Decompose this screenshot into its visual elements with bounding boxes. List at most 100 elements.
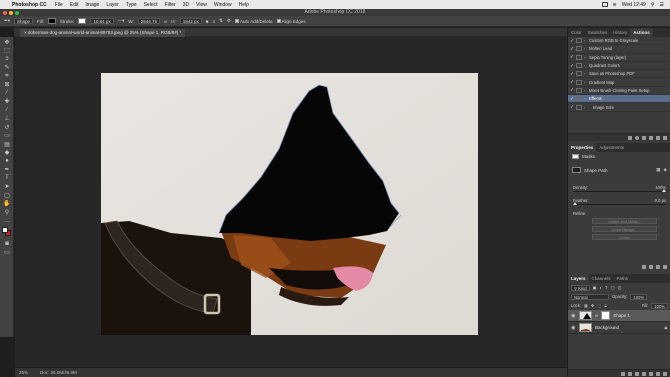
new-group-icon[interactable] xyxy=(649,371,653,376)
fill-swatch[interactable] xyxy=(48,18,57,24)
check-icon[interactable]: ✓ xyxy=(568,63,576,69)
play-icon[interactable] xyxy=(642,135,646,140)
stroke-width-field[interactable]: 10.84 px xyxy=(90,18,114,24)
menubar-clock[interactable]: Wed 12:49 xyxy=(622,2,646,8)
menu-help[interactable]: Help xyxy=(239,2,249,8)
dialog-toggle-icon[interactable] xyxy=(576,87,582,93)
menu-window[interactable]: Window xyxy=(214,2,232,8)
minimize-window-icon[interactable] xyxy=(9,10,13,15)
link-layers-icon[interactable] xyxy=(621,371,625,376)
screen-mode-icon[interactable]: ▭ xyxy=(2,249,12,256)
filter-adjust-icon[interactable]: ◐ xyxy=(600,285,603,290)
shape-tool-icon[interactable]: ▢ xyxy=(2,192,12,199)
menu-type[interactable]: Type xyxy=(126,2,137,8)
lock-all-icon[interactable]: 🔒︎ xyxy=(604,303,606,308)
more-tools-icon[interactable]: … xyxy=(2,217,12,224)
tab-properties[interactable]: Properties xyxy=(568,143,597,152)
action-row[interactable]: ✓ › Custom RGB to Grayscale xyxy=(568,37,670,46)
filter-type-icon[interactable]: T xyxy=(605,285,608,290)
disclosure-icon[interactable]: › xyxy=(584,105,589,110)
filter-pixel-icon[interactable]: ▣ xyxy=(593,285,597,290)
document-image[interactable] xyxy=(101,73,478,335)
document-tab[interactable]: × doberman-dog-animal-world-animal-89783… xyxy=(20,29,186,37)
stroke-swatch[interactable] xyxy=(78,18,87,24)
pen-tool-preset-icon[interactable]: ✒▾ xyxy=(4,18,10,24)
pixel-mask-add-icon[interactable]: ▦ xyxy=(656,167,660,173)
zoom-tool-icon[interactable]: ⚲ xyxy=(2,209,12,216)
action-row[interactable]: ✓ › Mixer Brush Cloning Paint Setup xyxy=(568,87,670,96)
width-field[interactable]: 2544.75 xyxy=(137,18,161,24)
check-icon[interactable]: ✓ xyxy=(568,87,576,93)
tab-history[interactable]: History xyxy=(610,28,630,37)
new-set-icon[interactable] xyxy=(649,135,653,140)
dialog-toggle-icon[interactable] xyxy=(576,79,582,85)
move-tool-icon[interactable]: ✥ xyxy=(2,39,12,46)
blur-tool-icon[interactable]: ◆ xyxy=(2,149,12,156)
layer-name[interactable]: Shape 1 xyxy=(613,313,630,318)
fill-field[interactable]: 100% xyxy=(651,302,668,309)
color-range-button[interactable]: Color Range... xyxy=(592,226,657,232)
adjustment-layer-icon[interactable] xyxy=(642,371,646,376)
tab-swatches[interactable]: Swatches xyxy=(585,28,611,37)
color-swatches[interactable] xyxy=(2,227,12,237)
dialog-toggle-icon[interactable] xyxy=(576,63,582,69)
trash-icon[interactable] xyxy=(663,135,667,140)
history-brush-tool-icon[interactable]: ↺ xyxy=(2,124,12,131)
menu-filter[interactable]: Filter xyxy=(165,2,176,8)
action-row[interactable]: ✓ › Image Size xyxy=(568,103,670,112)
gear-icon[interactable]: ⚙ xyxy=(227,18,231,24)
dialog-toggle-icon[interactable] xyxy=(576,54,582,60)
stop-icon[interactable] xyxy=(628,135,632,140)
vector-mask-icon[interactable] xyxy=(572,167,581,173)
frame-tool-icon[interactable]: ⊠ xyxy=(2,81,12,88)
lasso-tool-icon[interactable]: ↄ xyxy=(2,56,12,63)
vector-mask-thumbnail[interactable] xyxy=(601,311,611,320)
menu-list-icon[interactable]: ☰ xyxy=(660,2,664,8)
tab-layers[interactable]: Layers xyxy=(568,274,589,283)
check-icon[interactable]: ✓ xyxy=(568,79,576,85)
layer-kind-filter[interactable]: ⚲ Kind xyxy=(571,284,590,291)
search-icon[interactable]: ⚲ xyxy=(651,2,655,8)
height-field[interactable]: 1842 px xyxy=(179,18,202,24)
shape-mode-select[interactable]: Shape xyxy=(14,18,34,24)
layer-name[interactable]: Background xyxy=(595,325,619,330)
check-icon[interactable]: ✓ xyxy=(568,71,576,77)
marquee-tool-icon[interactable]: ⬚ xyxy=(2,47,12,54)
dialog-toggle-icon[interactable] xyxy=(576,38,582,44)
eyedropper-tool-icon[interactable]: ⁄ xyxy=(2,90,12,97)
chain-link-icon[interactable]: ∞ xyxy=(595,313,598,318)
lock-pixels-icon[interactable]: ▦ xyxy=(584,303,588,308)
zoom-window-icon[interactable] xyxy=(15,10,19,15)
dialog-toggle-icon[interactable] xyxy=(576,104,582,110)
menu-3d[interactable]: 3D xyxy=(183,2,189,8)
path-alignment-icon[interactable]: ≡ xyxy=(213,19,216,24)
auto-add-delete-checkbox[interactable]: Auto Add/Delete xyxy=(234,18,273,24)
foreground-color-swatch[interactable] xyxy=(2,227,8,233)
menu-view[interactable]: View xyxy=(196,2,207,8)
check-icon[interactable]: ✓ xyxy=(568,54,576,60)
visibility-icon[interactable] xyxy=(656,265,660,269)
action-row[interactable]: ✓ › Effects xyxy=(568,95,670,104)
feather-slider[interactable] xyxy=(573,202,666,205)
path-arrangement-icon[interactable]: ⇅ xyxy=(219,18,223,24)
wifi-icon[interactable]: ≋ xyxy=(613,2,617,8)
action-row[interactable]: ✓ › Sepia Toning (layer) xyxy=(568,54,670,62)
eraser-tool-icon[interactable]: ▭ xyxy=(2,132,12,139)
link-icon[interactable]: ∞ xyxy=(164,19,167,24)
quick-select-tool-icon[interactable]: ✎ xyxy=(2,64,12,71)
invert-button[interactable]: Invert xyxy=(592,234,657,240)
apply-mask-icon[interactable] xyxy=(649,265,653,269)
action-row[interactable]: ✓ › Gradient Map xyxy=(568,78,670,87)
path-operations-icon[interactable]: ■ xyxy=(206,19,209,24)
layer-row-shape-1[interactable]: ◉ ∞ Shape 1 xyxy=(568,310,670,322)
check-icon[interactable]: ✓ xyxy=(568,96,576,102)
feather-value[interactable]: 0.0 px xyxy=(655,198,666,203)
add-mask-icon[interactable] xyxy=(635,371,639,376)
path-selection-tool-icon[interactable]: ➤ xyxy=(2,183,12,190)
hand-tool-icon[interactable]: ✋ xyxy=(2,200,12,207)
dialog-toggle-icon[interactable] xyxy=(576,71,582,77)
layer-style-icon[interactable] xyxy=(628,371,632,376)
doc-size-info[interactable]: Doc: 36.0M/36.8M xyxy=(40,368,77,377)
app-menu-name[interactable]: Photoshop CC xyxy=(12,2,47,8)
menu-select[interactable]: Select xyxy=(144,2,158,8)
